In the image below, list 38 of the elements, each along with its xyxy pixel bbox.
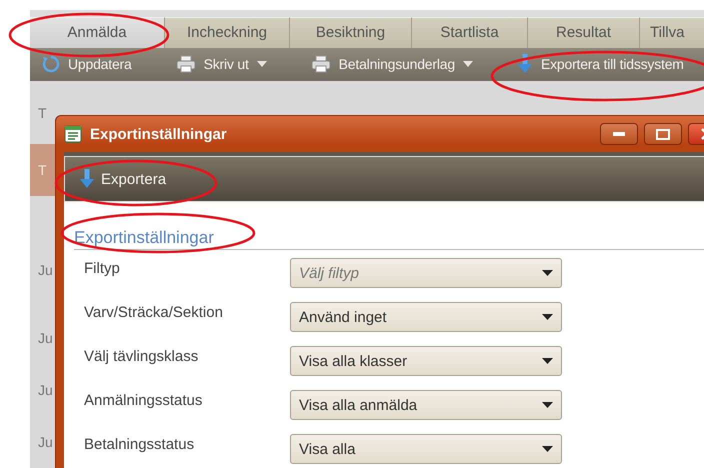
tab[interactable]: Resultat [528, 16, 640, 48]
tab[interactable]: Anmälda [30, 16, 165, 48]
caret-icon [542, 270, 553, 276]
refresh-icon [42, 55, 60, 74]
form-icon [64, 125, 82, 143]
field-label: Betalningsstatus [84, 435, 196, 453]
field-label: Filtyp [84, 259, 121, 277]
maximize-button[interactable] [644, 123, 682, 145]
maximize-icon [656, 128, 670, 140]
section-heading: Exportinställningar [74, 228, 704, 250]
field-label: Varv/Sträcka/Sektion [84, 303, 224, 321]
minimize-icon [613, 132, 625, 136]
printer-icon [176, 55, 196, 74]
dropdown[interactable]: Använd inget [290, 302, 562, 332]
dropdown[interactable]: Visa alla klasser [290, 346, 562, 376]
minimize-button[interactable] [600, 123, 638, 145]
field-label: Välj tävlingsklass [84, 347, 200, 365]
field-label: Anmälningsstatus [84, 391, 204, 409]
printer-icon [310, 55, 331, 74]
caret-icon [542, 402, 553, 408]
caret-icon [542, 314, 553, 320]
dropdown[interactable]: Välj filtyp [290, 258, 562, 288]
tab[interactable]: Incheckning [165, 16, 290, 48]
toolbar-button[interactable]: Uppdatera [68, 56, 132, 72]
window-title: Exportinställningar [90, 126, 227, 142]
down-arrow-icon [79, 169, 95, 189]
tab[interactable]: Besiktning [290, 16, 412, 48]
caret-icon [462, 61, 473, 68]
down-arrow-icon [516, 54, 533, 74]
toolbar-button[interactable]: Skriv ut [204, 56, 249, 72]
tab[interactable]: Tillva [640, 16, 704, 48]
caret-icon [542, 358, 553, 364]
dropdown[interactable]: Visa alla anmälda [290, 390, 562, 420]
caret-icon [256, 61, 267, 68]
caret-icon [542, 446, 553, 452]
toolbar-button[interactable]: Betalningsunderlag [338, 56, 455, 72]
dropdown[interactable]: Visa alla [290, 434, 562, 464]
tab[interactable]: Startlista [412, 16, 528, 48]
